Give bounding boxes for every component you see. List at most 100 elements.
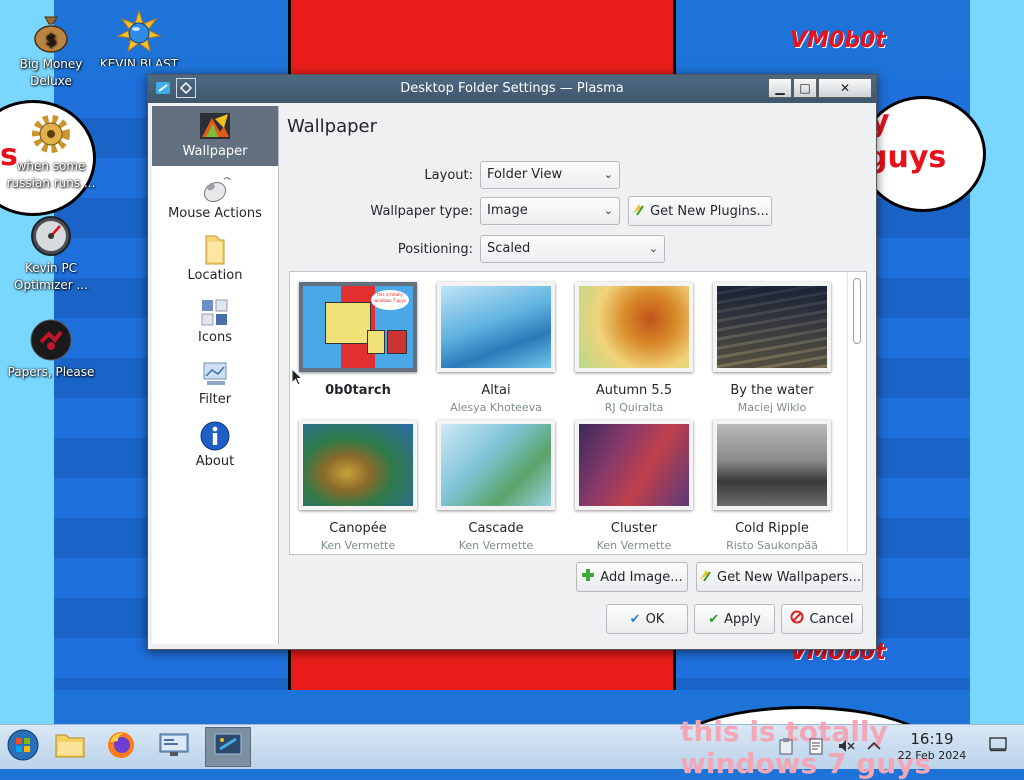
- get-new-icon: [698, 568, 712, 586]
- wallpaper-type-combo[interactable]: Image ⌄: [480, 197, 620, 225]
- ok-label: OK: [645, 611, 665, 627]
- wallpaper-tile-altai[interactable]: Altai Alesya Khoteeva: [428, 282, 564, 414]
- close-button[interactable]: ✕: [818, 78, 872, 98]
- wallpaper-tile-canopee[interactable]: Canopée Ken Vermette: [290, 420, 426, 552]
- positioning-combo[interactable]: Scaled ⌄: [480, 235, 665, 263]
- get-new-plugins-label: Get New Plugins...: [650, 203, 769, 219]
- info-icon: [152, 416, 278, 452]
- add-image-button[interactable]: Add Image...: [576, 562, 688, 592]
- get-new-wallpapers-button[interactable]: Get New Wallpapers...: [696, 562, 863, 592]
- wallpaper-name: Altai: [481, 383, 511, 398]
- windows-orb-icon: [6, 728, 40, 766]
- sidebar-item-wallpaper[interactable]: Wallpaper: [152, 106, 278, 166]
- check-icon: ✔: [708, 611, 720, 627]
- wallpaper-author: Ken Vermette: [320, 539, 396, 552]
- money-bag-icon: $: [29, 10, 73, 54]
- chevron-down-icon: ⌄: [603, 168, 613, 181]
- taskbar-desktop-settings[interactable]: [205, 727, 251, 767]
- desktop-icon-russian-runs[interactable]: when some russian runs ...: [3, 112, 99, 192]
- desktop-icon-big-money[interactable]: $ Big Money Deluxe: [3, 10, 99, 90]
- sidebar-item-about[interactable]: About: [152, 416, 278, 476]
- desktop-icon-label: Big Money Deluxe: [19, 57, 83, 88]
- wallpaper-name: Canopée: [329, 521, 387, 536]
- show-desktop-button[interactable]: [988, 735, 1008, 757]
- wallpaper-type-label: Wallpaper type:: [370, 204, 473, 219]
- positioning-value: Scaled: [487, 241, 531, 256]
- positioning-label: Positioning:: [397, 242, 473, 257]
- wallpaper-tile-0b0tarch[interactable]: this is totally windows 7 guys 0b0tarch: [290, 282, 426, 401]
- maximize-button[interactable]: □: [793, 78, 817, 98]
- speedometer-icon: [29, 214, 73, 258]
- wallpaper-name: Cold Ripple: [735, 521, 809, 536]
- plasma-settings-icon: [213, 732, 243, 762]
- wallpaper-thumbnail: [713, 282, 831, 372]
- firefox-icon: [106, 730, 136, 764]
- taskbar-firefox[interactable]: [100, 727, 142, 767]
- wallpaper-author: RJ Quiralta: [604, 401, 664, 414]
- scrollbar-handle[interactable]: [853, 278, 861, 344]
- taskbar-system-settings[interactable]: [153, 727, 195, 767]
- get-new-plugins-button[interactable]: Get New Plugins...: [628, 196, 772, 226]
- icons-icon: [152, 292, 278, 328]
- wallpaper-right-text-bottom: guys: [866, 140, 947, 175]
- sidebar-item-location[interactable]: Location: [152, 230, 278, 290]
- wallpaper-name: Autumn 5.5: [595, 383, 673, 398]
- clock-date[interactable]: 22 Feb 2024: [890, 749, 974, 762]
- sidebar-item-label: Location: [187, 268, 243, 283]
- clock-time[interactable]: 16:19: [890, 730, 974, 748]
- wallpaper-tile-cold-ripple[interactable]: Cold Ripple Risto Saukonpää: [704, 420, 840, 552]
- sidebar-item-icons[interactable]: Icons: [152, 292, 278, 352]
- wallpaper-tile-autumn[interactable]: Autumn 5.5 RJ Quiralta: [566, 282, 702, 414]
- sidebar-item-label: Icons: [198, 330, 232, 345]
- sidebar-item-filter[interactable]: Filter: [152, 354, 278, 414]
- gallery-scrollbar[interactable]: [847, 272, 866, 552]
- minimize-button[interactable]: ▁: [768, 78, 792, 98]
- apply-button[interactable]: ✔ Apply: [694, 604, 775, 634]
- taskbar-file-manager[interactable]: [49, 727, 91, 767]
- wallpaper-thumbnail: [713, 420, 831, 510]
- plus-icon: [581, 568, 595, 586]
- desktop-icon-label: Kevin PC Optimizer ...: [14, 261, 88, 292]
- desktop-icon-kevin-pc-optimizer[interactable]: Kevin PC Optimizer ...: [3, 214, 99, 294]
- sidebar-item-label: About: [195, 454, 235, 469]
- dialog-title: Desktop Folder Settings — Plasma: [400, 81, 624, 96]
- wallpaper-thumbnail: [437, 282, 555, 372]
- folder-icon: [152, 230, 278, 266]
- sidebar-item-label: Wallpaper: [182, 144, 248, 159]
- desktop-icon-papers-please[interactable]: Papers, Please: [3, 318, 99, 381]
- folder-icon: [54, 731, 86, 763]
- layout-combo[interactable]: Folder View ⌄: [480, 161, 620, 189]
- wallpaper-cyan-right: [970, 0, 1024, 724]
- cancel-button[interactable]: Cancel: [781, 604, 863, 634]
- wallpaper-name: By the water: [730, 383, 814, 398]
- svg-text:$: $: [45, 30, 56, 49]
- wallpaper-gallery[interactable]: this is totally windows 7 guys 0b0tarch …: [289, 271, 867, 555]
- clipboard-icon[interactable]: [776, 735, 796, 757]
- wallpaper-author: Maciej Wiklo: [737, 401, 807, 414]
- desktop-icon-label: KEVIN BLAST: [99, 57, 179, 66]
- chevron-up-icon[interactable]: [864, 735, 884, 757]
- wallpaper-tile-by-the-water[interactable]: By the water Maciej Wiklo: [704, 282, 840, 414]
- add-image-label: Add Image...: [600, 569, 683, 585]
- wallpaper-thumbnail: [575, 282, 693, 372]
- start-button[interactable]: [2, 727, 44, 767]
- sidebar-item-mouse-actions[interactable]: Mouse Actions: [152, 168, 278, 228]
- ok-button[interactable]: ✔ OK: [606, 604, 688, 634]
- get-new-icon: [631, 202, 645, 220]
- wallpaper-name: Cluster: [610, 521, 658, 536]
- wallpaper-name: 0b0tarch: [325, 383, 391, 398]
- wallpaper-tile-cascade[interactable]: Cascade Ken Vermette: [428, 420, 564, 552]
- volume-muted-icon[interactable]: [836, 735, 856, 757]
- wallpaper-author: Ken Vermette: [458, 539, 534, 552]
- desktop-icon-kevin-blast[interactable]: KEVIN BLAST: [91, 10, 187, 66]
- wallpaper-tile-cluster[interactable]: Cluster Ken Vermette: [566, 420, 702, 552]
- gear-icon: [29, 112, 73, 156]
- wallpaper-thumbnail: this is totally windows 7 guys: [299, 282, 417, 372]
- dialog-titlebar[interactable]: Desktop Folder Settings — Plasma ▁ □ ✕: [148, 75, 876, 103]
- cancel-icon: [790, 610, 804, 628]
- filter-icon: [152, 354, 278, 390]
- wallpaper-thumbnail: [437, 420, 555, 510]
- notes-icon[interactable]: [806, 735, 826, 757]
- wallpaper-thumbnail: [575, 420, 693, 510]
- sidebar-item-label: Filter: [198, 392, 232, 407]
